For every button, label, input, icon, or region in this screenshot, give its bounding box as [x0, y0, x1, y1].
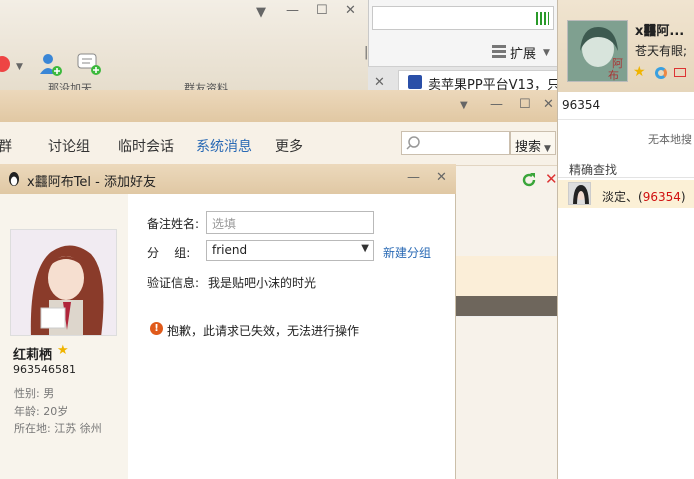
tab-group[interactable]: 群	[0, 136, 12, 156]
star-icon: ★	[57, 343, 69, 358]
extensions-icon[interactable]	[492, 44, 506, 58]
close-icon[interactable]: ✕	[436, 171, 447, 185]
minimize-icon[interactable]: —	[490, 98, 503, 112]
message-row-header	[455, 296, 558, 316]
remark-name-input[interactable]: 选填	[206, 211, 374, 234]
tab-close-icon[interactable]: ✕	[374, 76, 385, 90]
dialog-title: x䨻阿布Tel - 添加好友	[27, 175, 156, 190]
user-nickname: x䨻阿...	[635, 24, 685, 39]
result-close-paren: )	[680, 190, 686, 204]
svg-text:布: 布	[608, 69, 619, 82]
maximize-icon[interactable]: ☐	[316, 4, 328, 18]
dropdown-arrow-icon[interactable]: ▼	[256, 6, 266, 20]
group-label: 分 组:	[147, 246, 191, 260]
divider	[455, 316, 558, 317]
profile-location: 所在地: 江苏 徐州	[14, 422, 102, 435]
partial-label: 那没加天	[48, 82, 92, 90]
qzone-icon[interactable]	[655, 67, 667, 79]
remark-label: 备注姓名:	[147, 217, 200, 231]
tab-system-messages[interactable]: 系统消息	[196, 136, 252, 156]
mail-icon[interactable]	[674, 68, 686, 77]
maximize-icon[interactable]: ☐	[519, 98, 531, 112]
user-signature: 苍天有眼;	[635, 44, 688, 58]
profile-name: 红莉栖	[13, 348, 53, 363]
search-input[interactable]	[401, 131, 510, 155]
background-top-window	[0, 0, 370, 92]
profile-qq-number: 963546581	[13, 363, 76, 376]
verify-message: 我是贴吧小沫的时光	[208, 276, 317, 290]
profile-gender: 性别: 男	[14, 387, 55, 400]
group-select[interactable]: friend ▼	[206, 240, 374, 261]
contact-search-input[interactable]: 96354	[558, 92, 694, 120]
minimize-icon[interactable]: —	[286, 4, 299, 18]
close-icon[interactable]: ✕	[543, 98, 554, 112]
avatar	[568, 182, 591, 205]
dropdown-arrow-icon[interactable]: ▼	[460, 99, 468, 113]
error-message: 抱歉，此请求已失效，无法进行操作	[167, 324, 360, 338]
search-value: 96354	[562, 98, 601, 112]
dropdown-arrow-icon[interactable]: ▼	[16, 60, 23, 74]
close-icon[interactable]: ✕	[345, 4, 356, 18]
result-number: 96354	[642, 190, 681, 204]
add-user-icon[interactable]	[38, 52, 62, 76]
error-icon: !	[150, 322, 163, 335]
chevron-down-icon: ▼	[544, 144, 551, 154]
address-bar[interactable]	[372, 6, 554, 30]
minimize-icon[interactable]: —	[407, 171, 420, 185]
verify-label: 验证信息:	[147, 276, 200, 290]
search-icon	[406, 136, 420, 150]
chevron-down-icon: ▼	[361, 243, 369, 254]
result-name: 淡定、(	[602, 190, 643, 204]
chevron-down-icon[interactable]: ▼	[543, 46, 550, 60]
result-label: 淡定、(96354)	[602, 188, 686, 205]
tab-temp-chat[interactable]: 临时会话	[118, 136, 174, 156]
avatar	[10, 229, 117, 336]
avatar: 阿布	[567, 20, 628, 82]
message-row-highlight	[455, 256, 558, 296]
divider	[558, 177, 694, 178]
qr-code-icon[interactable]	[536, 12, 549, 25]
main-title-bar	[0, 90, 558, 122]
tab-more[interactable]: 更多	[275, 136, 303, 156]
profile-age: 年龄: 20岁	[14, 405, 69, 418]
new-group-link[interactable]: 新建分组	[383, 244, 431, 261]
delete-icon[interactable]: ✕	[545, 170, 558, 188]
refresh-icon[interactable]	[520, 171, 538, 189]
qq-penguin-icon	[7, 171, 21, 187]
remark-placeholder: 选填	[212, 217, 237, 231]
group-select-value: friend	[212, 243, 248, 257]
no-local-results: 无本地搜	[648, 133, 692, 146]
search-button[interactable]: 搜索 ▼	[510, 131, 556, 155]
level-star-icon: ★	[633, 64, 646, 80]
partial-label: 群友资料	[184, 82, 228, 90]
exact-search-title: 精确查找	[569, 163, 618, 177]
separator: |	[364, 45, 369, 60]
extensions-label[interactable]: 扩展	[510, 43, 536, 62]
tab-discussion[interactable]: 讨论组	[48, 136, 90, 156]
message-add-icon[interactable]	[76, 52, 102, 76]
site-favicon-icon	[408, 75, 422, 89]
search-button-label: 搜索	[515, 140, 542, 155]
